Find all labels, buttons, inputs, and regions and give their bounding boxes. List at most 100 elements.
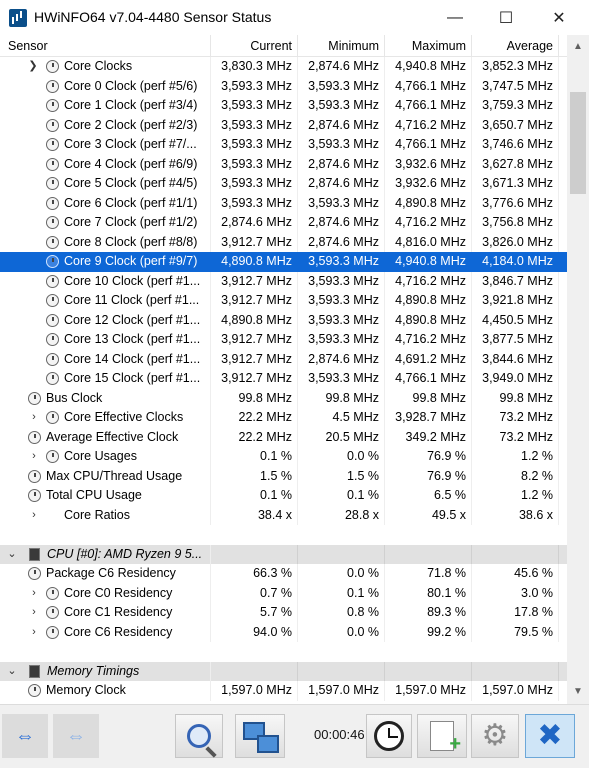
scroll-down-icon[interactable]: ▼ [567, 682, 589, 702]
table-row[interactable]: Average Effective Clock 22.2 MHz 20.5 MH… [0, 427, 567, 447]
table-row[interactable]: › Core C1 Residency 5.7 % 0.8 % 89.3 % 17… [0, 603, 567, 623]
maximum-value: 4,716.2 MHz [385, 115, 472, 135]
maximum-value: 99.8 MHz [385, 388, 472, 408]
table-row[interactable]: Core 4 Clock (perf #6/9) 3,593.3 MHz 2,8… [0, 154, 567, 174]
table-row-selected[interactable]: Core 9 Clock (perf #9/7) 4,890.8 MHz 3,5… [0, 252, 567, 272]
current-value: 22.2 MHz [211, 408, 298, 428]
minimum-value: 1,597.0 MHz [298, 681, 385, 701]
minimum-value [298, 544, 385, 564]
minimum-value: 3,593.3 MHz [298, 310, 385, 330]
table-row[interactable]: Core 5 Clock (perf #4/5) 3,593.3 MHz 2,8… [0, 174, 567, 194]
chevron-down-icon[interactable]: ⌄ [6, 545, 18, 565]
close-window-button[interactable]: ✕ [536, 0, 582, 35]
table-row[interactable]: Core 0 Clock (perf #5/6) 3,593.3 MHz 3,5… [0, 76, 567, 96]
switch-view-button[interactable]: ⇔ [2, 714, 48, 758]
average-value: 3,844.6 MHz [472, 349, 559, 369]
maximize-button[interactable]: ☐ [483, 0, 529, 35]
chevron-down-icon[interactable]: ❯ [27, 57, 39, 77]
current-value: 66.3 % [211, 564, 298, 584]
average-value [472, 661, 559, 681]
table-row[interactable]: Core 7 Clock (perf #1/2) 2,874.6 MHz 2,8… [0, 213, 567, 233]
column-header-sensor[interactable]: Sensor [0, 35, 211, 57]
table-row[interactable]: Memory Clock 1,597.0 MHz 1,597.0 MHz 1,5… [0, 681, 567, 701]
reset-timer-button[interactable] [366, 714, 412, 758]
switch-view-secondary-button[interactable]: ⇔ [53, 714, 99, 758]
double-arrow-icon: ⇔ [66, 724, 86, 747]
column-header-current[interactable]: Current [211, 35, 298, 57]
current-value: 3,912.7 MHz [211, 232, 298, 252]
chevron-down-icon[interactable]: ⌄ [6, 662, 18, 682]
vertical-scrollbar[interactable]: ▲ ▼ [567, 35, 589, 704]
table-row[interactable]: Core 3 Clock (perf #7/... 3,593.3 MHz 3,… [0, 135, 567, 155]
minimum-value: 2,874.6 MHz [298, 115, 385, 135]
chevron-right-icon[interactable]: › [28, 584, 40, 604]
close-sensors-button[interactable]: ✖ [525, 714, 575, 758]
clock-sensor-icon [46, 255, 59, 268]
table-row[interactable]: Max CPU/Thread Usage 1.5 % 1.5 % 76.9 % … [0, 466, 567, 486]
table-row[interactable]: › Core Effective Clocks 22.2 MHz 4.5 MHz … [0, 408, 567, 428]
table-row[interactable]: Core 8 Clock (perf #8/8) 3,912.7 MHz 2,8… [0, 232, 567, 252]
maximum-value: 4,890.8 MHz [385, 193, 472, 213]
current-value: 1,597.0 MHz [211, 681, 298, 701]
column-header-average[interactable]: Average [472, 35, 559, 57]
table-row[interactable]: Bus Clock 99.8 MHz 99.8 MHz 99.8 MHz 99.… [0, 388, 567, 408]
column-header-minimum[interactable]: Minimum [298, 35, 385, 57]
table-row[interactable]: Package C6 Residency 66.3 % 0.0 % 71.8 %… [0, 564, 567, 584]
network-button[interactable] [235, 714, 285, 758]
maximum-value: 4,890.8 MHz [385, 310, 472, 330]
logging-button[interactable] [417, 714, 467, 758]
table-row[interactable]: › Core Usages 0.1 % 0.0 % 76.9 % 1.2 % [0, 447, 567, 467]
current-value: 3,912.7 MHz [211, 291, 298, 311]
scroll-up-icon[interactable]: ▲ [567, 37, 589, 57]
table-row[interactable]: Total CPU Usage 0.1 % 0.1 % 6.5 % 1.2 % [0, 486, 567, 506]
maximum-value [385, 544, 472, 564]
table-row[interactable]: ❯ Core Clocks 3,830.3 MHz 2,874.6 MHz 4,9… [0, 57, 567, 77]
average-value: 1,597.0 MHz [472, 681, 559, 701]
current-value: 2,874.6 MHz [211, 213, 298, 233]
group-header-memory[interactable]: ⌄ Memory Timings [0, 661, 567, 682]
chevron-right-icon[interactable]: › [28, 603, 40, 623]
current-value: 99.8 MHz [211, 388, 298, 408]
average-value: 3,826.0 MHz [472, 232, 559, 252]
bottom-toolbar: ⇔ ⇔ 00:00:46 ⚙ ✖ [0, 704, 589, 768]
average-value: 4,450.5 MHz [472, 310, 559, 330]
sensor-label: Core Effective Clocks [64, 410, 184, 424]
table-row[interactable]: › Core C0 Residency 0.7 % 0.1 % 80.1 % 3.… [0, 583, 567, 604]
maximum-value: 89.3 % [385, 603, 472, 623]
table-row[interactable]: Core 14 Clock (perf #1... 3,912.7 MHz 2,… [0, 349, 567, 369]
table-row[interactable]: Core 11 Clock (perf #1... 3,912.7 MHz 3,… [0, 291, 567, 311]
clock-sensor-icon [46, 60, 59, 73]
chevron-right-icon[interactable]: › [28, 408, 40, 428]
minimum-value: 0.1 % [298, 583, 385, 603]
table-row[interactable]: Core 2 Clock (perf #2/3) 3,593.3 MHz 2,8… [0, 115, 567, 135]
minimize-button[interactable]: — [432, 0, 478, 35]
table-row[interactable]: Core 10 Clock (perf #1... 3,912.7 MHz 3,… [0, 271, 567, 291]
table-row[interactable]: Core 15 Clock (perf #1... 3,912.7 MHz 3,… [0, 369, 567, 389]
table-row[interactable]: › Core C6 Residency 94.0 % 0.0 % 99.2 % 7… [0, 622, 567, 643]
settings-button[interactable]: ⚙ [471, 714, 519, 758]
table-row[interactable]: Core 6 Clock (perf #1/1) 3,593.3 MHz 3,5… [0, 193, 567, 213]
table-row[interactable]: Core 13 Clock (perf #1... 3,912.7 MHz 3,… [0, 330, 567, 350]
summary-button[interactable] [175, 714, 223, 758]
table-row[interactable]: › Core Ratios 38.4 x 28.8 x 49.5 x 38.6 x [0, 505, 567, 526]
chevron-right-icon[interactable]: › [28, 447, 40, 467]
current-value: 0.1 % [211, 486, 298, 506]
maximum-value: 4,691.2 MHz [385, 349, 472, 369]
group-header-cpu[interactable]: ⌄ CPU [#0]: AMD Ryzen 9 5... [0, 544, 567, 565]
table-row[interactable]: Core 1 Clock (perf #3/4) 3,593.3 MHz 3,5… [0, 96, 567, 116]
maximum-value: 4,766.1 MHz [385, 96, 472, 116]
sensor-label: Average Effective Clock [46, 429, 179, 444]
maximum-value [385, 661, 472, 681]
column-header-maximum[interactable]: Maximum [385, 35, 472, 57]
scrollbar-thumb[interactable] [570, 92, 586, 194]
clock-sensor-icon [46, 411, 59, 424]
sensor-label: Core 7 Clock (perf #1/2) [64, 215, 198, 229]
chevron-right-icon[interactable]: › [28, 623, 40, 643]
sensor-label: Max CPU/Thread Usage [46, 468, 183, 483]
average-value: 1.2 % [472, 447, 559, 467]
sensor-label: Total CPU Usage [46, 488, 142, 502]
current-value: 0.1 % [211, 447, 298, 467]
table-row[interactable]: Core 12 Clock (perf #1... 4,890.8 MHz 3,… [0, 310, 567, 330]
chevron-right-icon[interactable]: › [28, 506, 40, 526]
average-value: 17.8 % [472, 603, 559, 623]
